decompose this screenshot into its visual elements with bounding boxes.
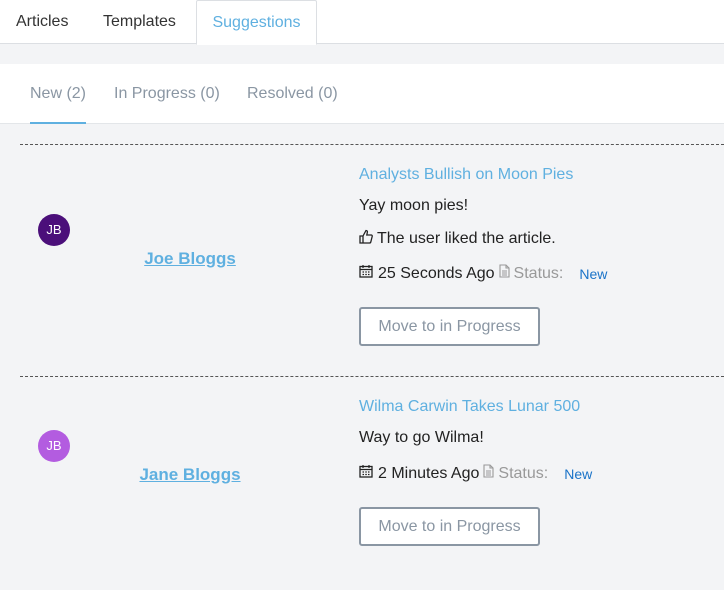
tab-resolved[interactable]: Resolved (0) (247, 64, 338, 124)
suggestion-meta: 2 Minutes Ago Status: New (359, 464, 592, 483)
tab-templates[interactable]: Templates (103, 0, 176, 44)
status-badge: New (579, 265, 608, 282)
row-divider (20, 376, 724, 377)
tab-in-progress[interactable]: In Progress (0) (114, 64, 220, 124)
timestamp: 25 Seconds Ago (378, 264, 495, 282)
suggestion-title-link[interactable]: Wilma Carwin Takes Lunar 500 (359, 398, 580, 416)
suggestion-title-link[interactable]: Analysts Bullish on Moon Pies (359, 166, 573, 184)
status-tab-bar: New (2) In Progress (0) Resolved (0) (0, 64, 724, 124)
move-to-in-progress-button[interactable]: Move to in Progress (359, 507, 540, 546)
document-icon (498, 264, 510, 283)
status-label: Status: (513, 264, 564, 282)
suggestion-body: Way to go Wilma! (359, 429, 484, 446)
move-to-in-progress-button[interactable]: Move to in Progress (359, 307, 540, 346)
calendar-icon (359, 464, 373, 483)
user-link[interactable]: Jane Bloggs (90, 465, 290, 485)
user-link[interactable]: Joe Bloggs (90, 249, 290, 269)
thumbs-up-icon (359, 229, 373, 249)
timestamp: 2 Minutes Ago (378, 464, 480, 482)
row-divider (20, 144, 724, 145)
top-tab-bar: Articles Templates Suggestions (0, 0, 724, 45)
liked-notice: The user liked the article. (359, 229, 556, 249)
tab-new[interactable]: New (2) (30, 64, 87, 124)
status-label: Status: (498, 464, 549, 482)
suggestion-meta: 25 Seconds Ago Status: New (359, 264, 607, 283)
document-icon (483, 464, 494, 483)
tab-articles[interactable]: Articles (16, 0, 68, 44)
status-badge: New (564, 465, 593, 482)
avatar: JB (38, 214, 70, 246)
tab-suggestions[interactable]: Suggestions (196, 0, 317, 45)
liked-text: The user liked the article. (377, 230, 556, 247)
suggestion-body: Yay moon pies! (359, 197, 469, 214)
calendar-icon (359, 264, 373, 283)
avatar: JB (38, 430, 70, 462)
